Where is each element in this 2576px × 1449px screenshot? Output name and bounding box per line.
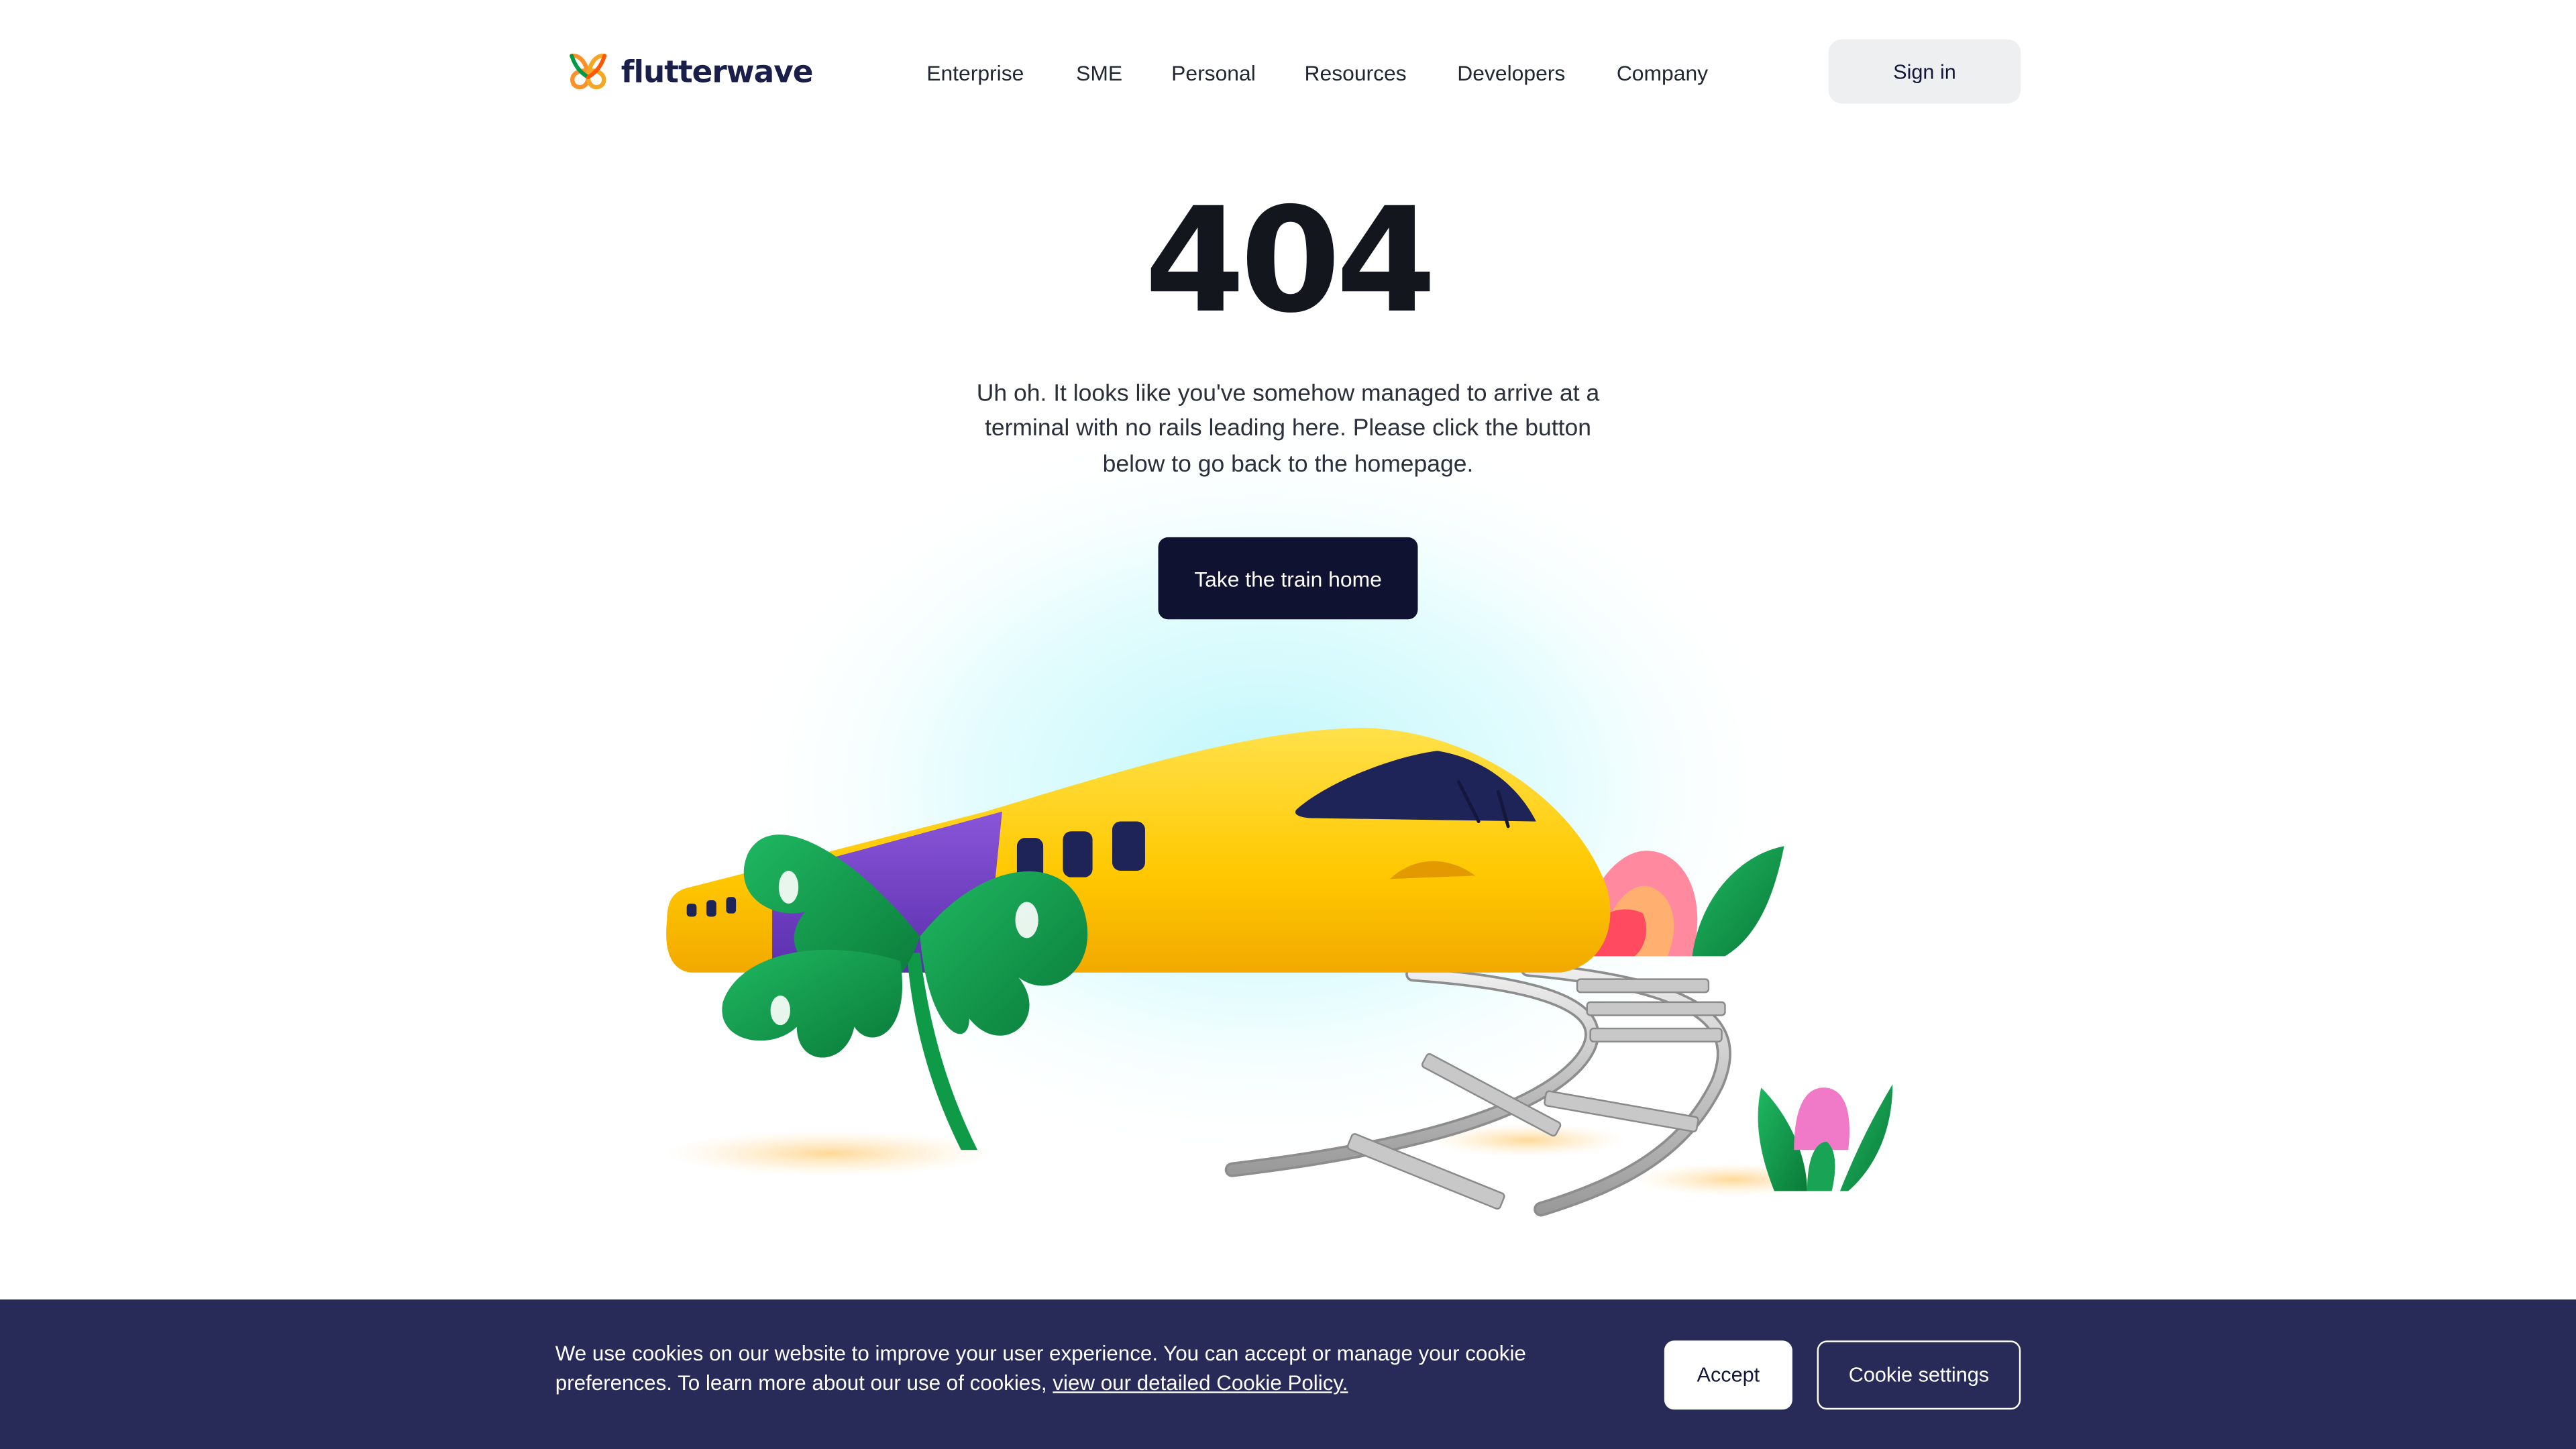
cookie-banner: We use cookies on our website to improve… [0, 1299, 2576, 1449]
cookie-message: We use cookies on our website to improve… [555, 1340, 1526, 1395]
cookie-settings-button[interactable]: Cookie settings [1817, 1340, 2021, 1410]
page: flutterwave Enterprise SME Personal Reso… [0, 0, 2576, 1449]
nav-item-enterprise[interactable]: Enterprise [926, 60, 1024, 85]
cookie-policy-link[interactable]: view our detailed Cookie Policy. [1053, 1370, 1348, 1395]
nav-item-developers[interactable]: Developers [1457, 60, 1565, 85]
flutterwave-butterfly-logo-icon [570, 54, 607, 90]
cookie-banner-text: We use cookies on our website to improve… [555, 1339, 1607, 1398]
nav-item-sme[interactable]: SME [1076, 60, 1122, 85]
take-train-home-button[interactable]: Take the train home [1158, 537, 1418, 620]
accept-cookies-button[interactable]: Accept [1664, 1340, 1792, 1410]
error-message: Uh oh. It looks like you've somehow mana… [976, 381, 1600, 478]
nav-item-resources[interactable]: Resources [1305, 60, 1407, 85]
nav-item-personal[interactable]: Personal [1171, 60, 1256, 85]
flutterwave-logo[interactable]: flutterwave [565, 49, 814, 95]
error-code-heading: 404 [1144, 176, 1436, 345]
logo-wordmark: flutterwave [621, 55, 814, 90]
nav-item-company[interactable]: Company [1617, 60, 1708, 85]
sign-in-button[interactable]: Sign in [1828, 39, 2021, 104]
